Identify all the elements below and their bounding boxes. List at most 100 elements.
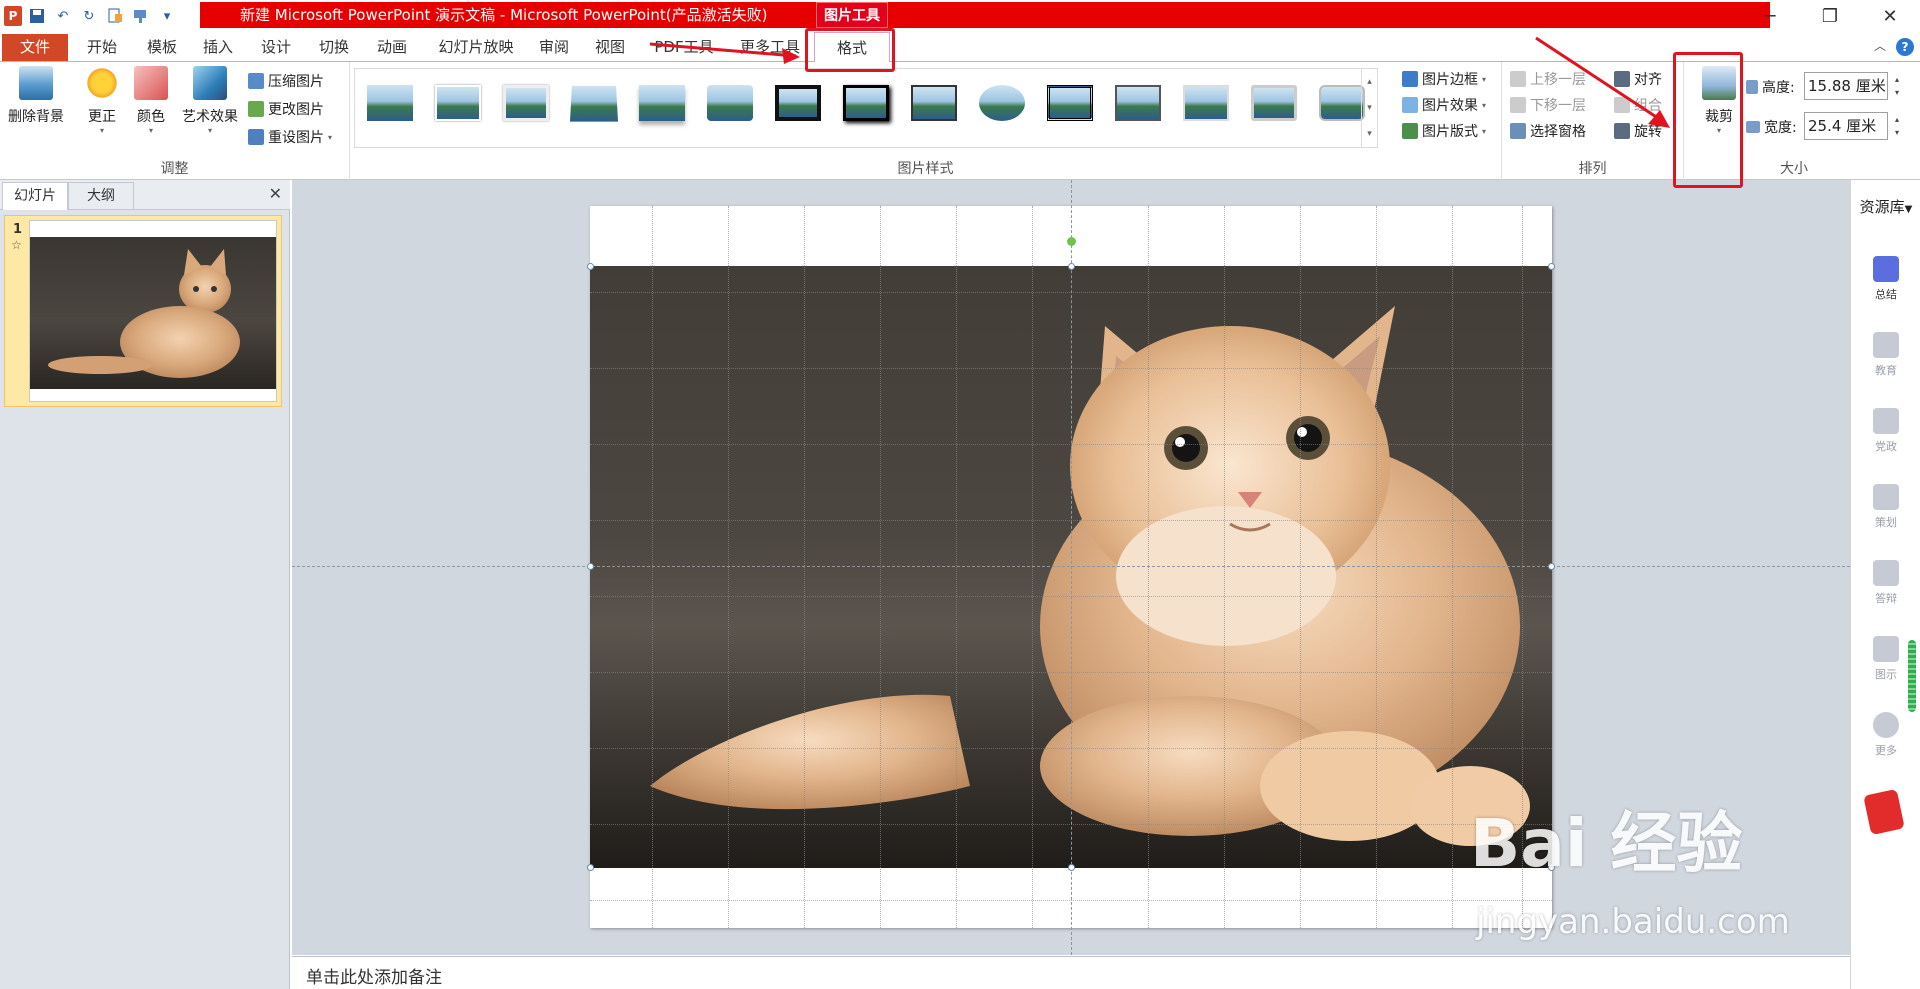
collapse-ribbon-icon[interactable]: ︿ [1874, 37, 1886, 54]
save-icon[interactable] [26, 5, 48, 27]
sidebar-item-more[interactable]: 更多 [1851, 712, 1920, 758]
undo-icon[interactable]: ↶ [52, 5, 74, 27]
resize-handle[interactable] [1548, 563, 1555, 570]
tab-design[interactable]: 设计 [250, 32, 302, 62]
picture-styles-gallery[interactable]: ▴ ▾ ▾ [354, 68, 1378, 148]
spin-down-icon[interactable]: ▾ [1895, 128, 1899, 137]
style-thumb[interactable] [367, 85, 413, 121]
sidebar-item-government[interactable]: 党政 [1851, 408, 1920, 454]
redo-icon[interactable]: ↻ [78, 5, 100, 27]
style-thumb[interactable] [1047, 85, 1093, 121]
red-packet-icon[interactable] [1863, 788, 1905, 836]
minimize-icon[interactable]: ─ [1740, 0, 1800, 32]
group-button[interactable]: 组合 [1614, 94, 1662, 116]
animation-star-icon: ☆ [11, 238, 22, 252]
picture-layout-button[interactable]: 图片版式 ▾ [1402, 120, 1486, 142]
height-input[interactable]: 15.88 厘米 [1804, 72, 1888, 100]
resize-handle[interactable] [1068, 263, 1075, 270]
reset-picture-icon [248, 129, 264, 145]
resize-handle[interactable] [587, 864, 594, 871]
compress-icon [248, 73, 264, 89]
width-input[interactable]: 25.4 厘米 [1804, 112, 1888, 140]
selection-pane-button[interactable]: 选择窗格 [1510, 120, 1586, 142]
bring-forward-button[interactable]: 上移一层 [1510, 68, 1586, 90]
grid-line [1452, 206, 1453, 928]
send-backward-button[interactable]: 下移一层 [1510, 94, 1586, 116]
style-thumb[interactable] [1115, 85, 1161, 121]
sidebar-item-education[interactable]: 教育 [1851, 332, 1920, 378]
resource-library-title[interactable]: 资源库▼ [1851, 196, 1920, 217]
change-picture-button[interactable]: 更改图片 [248, 98, 324, 120]
notes-pane[interactable]: 单击此处添加备注 [292, 956, 1850, 989]
style-thumb[interactable] [503, 85, 549, 121]
style-thumb[interactable] [639, 85, 685, 121]
tab-file[interactable]: 文件 [2, 34, 68, 61]
customize-qat-icon[interactable]: ▾ [156, 5, 178, 27]
picture-tools-header: 图片工具 [816, 2, 888, 28]
new-slide-icon[interactable] [104, 5, 126, 27]
sidebar-item-summary[interactable]: 总结 [1851, 256, 1920, 302]
tab-template[interactable]: 模板 [136, 32, 188, 62]
resize-handle[interactable] [587, 563, 594, 570]
sidebar-scrollbar[interactable] [1908, 640, 1916, 712]
height-spinner[interactable]: ▴ ▾ [1890, 72, 1904, 100]
style-thumb[interactable] [1251, 85, 1297, 121]
tab-insert[interactable]: 插入 [192, 32, 244, 62]
style-thumb[interactable] [979, 85, 1025, 121]
gallery-more-icon[interactable]: ▾ [1361, 121, 1377, 147]
close-icon[interactable]: ✕ [1860, 0, 1920, 32]
vertical-guide[interactable] [1071, 180, 1072, 955]
compress-pictures-button[interactable]: 压缩图片 [248, 70, 324, 92]
sidebar-item-defense[interactable]: 答辩 [1851, 560, 1920, 606]
style-thumb[interactable] [911, 85, 957, 121]
tab-transitions[interactable]: 切换 [308, 32, 360, 62]
style-thumb[interactable] [435, 85, 481, 121]
remove-background-button[interactable]: 删除背景 [4, 66, 68, 126]
tab-slideshow[interactable]: 幻灯片放映 [426, 32, 526, 62]
width-spinner[interactable]: ▴ ▾ [1890, 112, 1904, 140]
style-thumb[interactable] [569, 85, 619, 122]
tab-review[interactable]: 审阅 [528, 32, 580, 62]
align-button[interactable]: 对齐 [1614, 68, 1662, 90]
style-thumb[interactable] [1183, 85, 1229, 121]
spin-up-icon[interactable]: ▴ [1895, 115, 1899, 124]
style-thumb[interactable] [843, 85, 889, 121]
color-button[interactable]: 颜色 ▾ [130, 66, 172, 135]
tab-more-tools[interactable]: 更多工具 [730, 32, 810, 62]
resize-handle[interactable] [1068, 864, 1075, 871]
tab-slides[interactable]: 幻灯片 [2, 182, 68, 210]
tab-outline[interactable]: 大纲 [68, 182, 134, 210]
compress-label: 压缩图片 [268, 74, 324, 90]
sidebar-item-planning[interactable]: 策划 [1851, 484, 1920, 530]
tab-view[interactable]: 视图 [584, 32, 636, 62]
slide-thumbnail-item[interactable]: 1 ☆ [4, 215, 282, 407]
gallery-scroll-down-icon[interactable]: ▾ [1361, 95, 1377, 121]
art-effects-button[interactable]: 艺术效果 ▾ [176, 66, 244, 135]
style-thumb[interactable] [707, 85, 753, 121]
slide-thumbnail[interactable] [29, 220, 277, 402]
resize-handle[interactable] [587, 263, 594, 270]
format-painter-icon[interactable] [130, 5, 152, 27]
pane-tabs: 幻灯片 大纲 ✕ [0, 180, 290, 210]
tab-animations[interactable]: 动画 [366, 32, 418, 62]
horizontal-guide[interactable] [292, 566, 1850, 567]
corrections-button[interactable]: 更正 ▾ [78, 66, 126, 135]
picture-effects-button[interactable]: 图片效果 ▾ [1402, 94, 1486, 116]
resize-handle[interactable] [1548, 263, 1555, 270]
help-icon[interactable]: ? [1896, 38, 1914, 56]
close-pane-icon[interactable]: ✕ [269, 184, 282, 203]
spin-down-icon[interactable]: ▾ [1895, 88, 1899, 97]
reset-picture-button[interactable]: 重设图片 ▾ [248, 126, 332, 148]
style-thumb[interactable] [775, 85, 821, 121]
tab-home[interactable]: 开始 [76, 32, 128, 62]
picture-border-button[interactable]: 图片边框 ▾ [1402, 68, 1486, 90]
spin-up-icon[interactable]: ▴ [1895, 75, 1899, 84]
rotate-button[interactable]: 旋转 [1614, 120, 1662, 142]
gallery-scroll-up-icon[interactable]: ▴ [1361, 69, 1377, 95]
notes-placeholder[interactable]: 单击此处添加备注 [306, 963, 442, 988]
powerpoint-logo-icon[interactable]: P [4, 6, 22, 26]
rotation-handle[interactable] [1067, 237, 1076, 246]
tab-pdf-tools[interactable]: PDF工具 [644, 32, 724, 62]
style-thumb[interactable] [1319, 85, 1365, 121]
restore-icon[interactable]: ❐ [1800, 0, 1860, 32]
